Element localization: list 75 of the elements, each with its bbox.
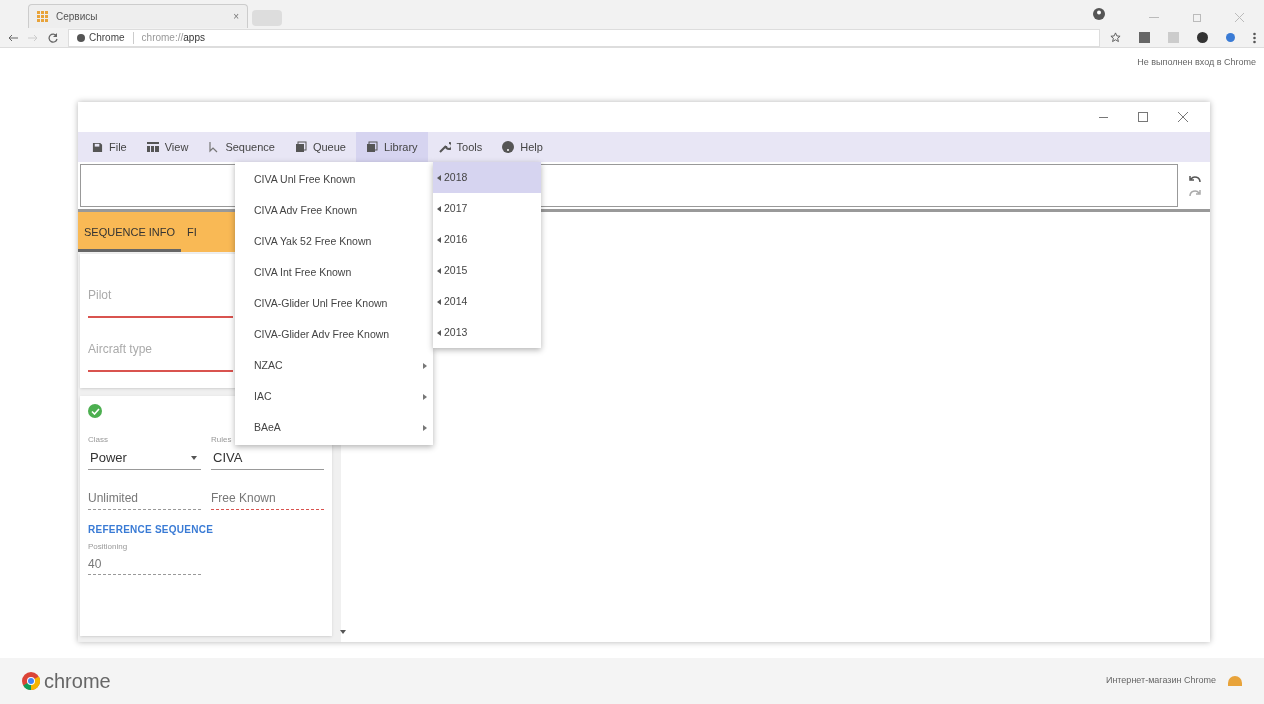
signin-notice: Не выполнен вход в Chrome [1137,56,1256,69]
submenu-arrow-icon [437,174,441,181]
site-label: Chrome [89,31,125,45]
rules-field[interactable]: CIVA [211,446,324,470]
menu-entry[interactable]: CIVA Adv Free Known [235,195,433,226]
url-text: chrome://apps [141,31,205,45]
field-label: Rules [211,434,233,446]
menu-entry[interactable]: IAC [235,381,433,412]
menu-entry[interactable]: CIVA Yak 52 Free Known [235,226,433,257]
positioning-field[interactable]: 40 [88,553,201,575]
chrome-logo-icon [22,672,40,690]
stack-icon [294,141,307,153]
menu-entry[interactable]: BAeA [235,412,433,443]
program-field[interactable]: Free Known [211,486,324,510]
cursor-icon [208,141,220,153]
tab-title: Сервисы [56,10,99,24]
menu-entry[interactable]: 2014 [433,286,541,317]
menu-item[interactable]: Tools [427,132,493,162]
menu-item[interactable]: Queue [284,132,356,162]
menu-item[interactable]: Help [492,132,553,162]
menu-entry[interactable]: CIVA Unl Free Known [235,164,433,195]
field-label: Class [88,434,109,446]
submenu-arrow-icon [423,362,427,369]
submenu-arrow-icon [423,393,427,400]
menu-entry[interactable]: 2013 [433,317,541,348]
star-icon[interactable] [1110,32,1121,43]
menu-icon[interactable] [1253,31,1256,44]
save-icon [92,141,103,153]
category-field[interactable]: Unlimited [88,486,201,510]
info-icon [77,33,85,42]
section-heading: REFERENCE SEQUENCE [88,523,215,537]
chrome-logo-text: chrome [44,669,111,694]
submenu-arrow-icon [437,329,441,336]
extension-icon[interactable] [1197,32,1208,43]
help-icon [502,141,515,153]
text-field[interactable]: Pilot [88,274,233,318]
maximize-icon[interactable] [1138,112,1148,122]
tab-close-button[interactable]: × [233,9,239,24]
menu-entry[interactable]: CIVA-Glider Adv Free Known [235,319,433,350]
web-store-link[interactable]: Интернет-магазин Chrome [1105,674,1216,688]
menu-item[interactable]: Library [355,132,428,162]
submenu-arrow-icon [423,424,427,431]
undo-icon[interactable] [1189,174,1201,183]
reload-icon[interactable] [48,32,58,43]
scroll-down-icon[interactable] [340,630,346,634]
submenu-arrow-icon [437,205,441,212]
field-label: Positioning [88,541,129,553]
book-icon [365,141,378,153]
menu-item[interactable]: File [82,132,137,162]
menu-entry[interactable]: NZAC [235,350,433,381]
minimize-icon[interactable] [1099,116,1108,118]
close-icon[interactable] [1178,112,1188,122]
check-circle-icon [88,404,102,418]
apps-grid-icon [37,11,48,22]
menu-entry[interactable]: CIVA-Glider Unl Free Known [235,288,433,319]
class-select[interactable]: Power [88,446,201,470]
redo-icon[interactable] [1189,188,1201,197]
grid-icon [146,142,159,152]
profile-icon[interactable] [1093,8,1105,20]
menu-entry[interactable]: CIVA Int Free Known [235,257,433,288]
menu-entry[interactable]: 2015 [433,255,541,286]
menu-entry[interactable]: 2018 [433,162,541,193]
dropdown-arrow-icon [191,455,197,460]
browser-tab[interactable]: Сервисы × [28,4,248,28]
submenu-arrow-icon [437,267,441,274]
menu-item[interactable]: Sequence [198,132,285,162]
text-field[interactable]: Aircraft type [88,328,233,372]
panel-tab[interactable]: FI [181,212,203,252]
menu-entry[interactable]: 2016 [433,224,541,255]
address-bar[interactable]: Chrome chrome://apps [68,28,1100,47]
submenu-arrow-icon [437,236,441,243]
menu-item[interactable]: View [136,132,199,162]
back-arrow-icon[interactable] [8,33,18,42]
menu-entry[interactable]: 2017 [433,193,541,224]
submenu-arrow-icon [437,298,441,305]
